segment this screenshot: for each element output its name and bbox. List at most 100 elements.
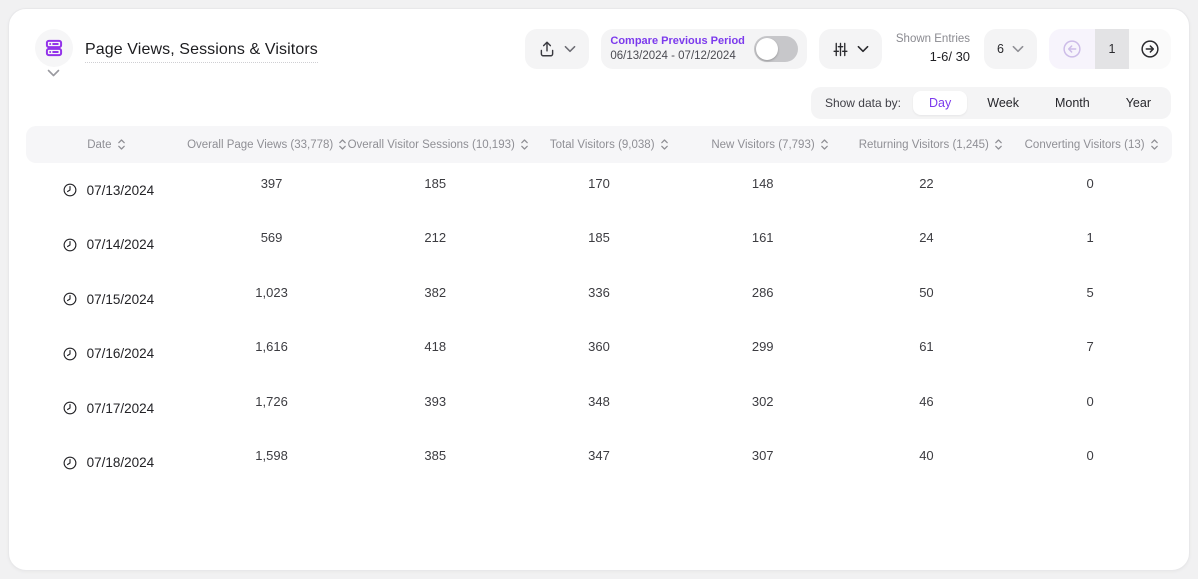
date-value: 07/14/2024 [87,237,155,252]
widget-menu-button[interactable] [35,29,73,77]
page-size-dropdown[interactable]: 6 [984,29,1037,69]
toolbar: Page Views, Sessions & Visitors Compare … [9,9,1189,77]
metric-cell: 24 [845,211,1009,266]
metric-cell: 286 [681,265,845,320]
next-page-button[interactable] [1129,29,1171,69]
date-value: 07/15/2024 [87,292,155,307]
column-header-6[interactable]: Converting Visitors (13) [1011,138,1172,151]
server-icon [44,38,64,58]
arrow-left-circle-icon [1061,38,1083,60]
compare-previous-period: Compare Previous Period 06/13/2024 - 07/… [601,29,807,69]
avatar [35,29,73,67]
analytics-card: Page Views, Sessions & Visitors Compare … [8,8,1190,571]
show-data-by-option-day[interactable]: Day [913,91,967,115]
show-data-by-option-week[interactable]: Week [971,91,1035,115]
previous-page-button[interactable] [1049,29,1095,69]
column-header-3[interactable]: Total Visitors (9,038) [529,138,690,151]
metric-cell: 40 [845,429,1009,484]
metric-cell: 307 [681,429,845,484]
sliders-icon [832,41,849,58]
metric-cell: 397 [190,156,354,211]
date-value: 07/13/2024 [87,183,155,198]
column-header-2[interactable]: Overall Visitor Sessions (10,193) [348,138,529,151]
export-button[interactable] [525,29,589,69]
metric-cell: 1 [1008,211,1172,266]
show-data-by-option-year[interactable]: Year [1110,91,1167,115]
metric-cell: 1,598 [190,429,354,484]
chevron-down-icon [47,69,60,77]
date-cell: 07/16/2024 [26,327,190,382]
metric-cell: 302 [681,374,845,429]
column-header-label: Overall Page Views (33,778) [187,139,333,151]
metric-cell: 1,023 [190,265,354,320]
sort-icon [820,138,829,151]
metric-cell: 61 [845,320,1009,375]
clock-icon [62,455,78,471]
metric-cell: 348 [517,374,681,429]
table-row: 07/13/2024397185170148220 [26,163,1172,218]
metric-cell: 393 [353,374,517,429]
show-data-by-row: Show data by: DayWeekMonthYear [9,77,1189,119]
date-cell: 07/13/2024 [26,163,190,218]
metric-cell: 5 [1008,265,1172,320]
metric-cell: 46 [845,374,1009,429]
filter-button[interactable] [819,29,882,69]
metric-cell: 7 [1008,320,1172,375]
compare-text: Compare Previous Period 06/13/2024 - 07/… [610,35,745,63]
metric-cell: 569 [190,211,354,266]
metric-cell: 1,616 [190,320,354,375]
sort-icon [338,138,347,151]
page-size-value: 6 [997,42,1004,56]
current-page[interactable]: 1 [1095,29,1129,69]
table-row: 07/17/20241,726393348302460 [26,381,1172,436]
compare-date-range: 06/13/2024 - 07/12/2024 [610,49,745,63]
clock-icon [62,291,78,307]
metric-cell: 148 [681,156,845,211]
date-value: 07/16/2024 [87,346,155,361]
metric-cell: 1,726 [190,374,354,429]
metric-cell: 347 [517,429,681,484]
column-header-label: New Visitors (7,793) [711,139,814,151]
title-group: Page Views, Sessions & Visitors [35,29,513,77]
column-header-label: Total Visitors (9,038) [550,139,655,151]
sort-icon [660,138,669,151]
metric-cell: 0 [1008,156,1172,211]
sort-icon [520,138,529,151]
column-header-0[interactable]: Date [26,138,187,151]
arrow-right-circle-icon [1139,38,1161,60]
column-header-4[interactable]: New Visitors (7,793) [690,138,851,151]
metric-cell: 212 [353,211,517,266]
chevron-down-icon [564,45,576,53]
metric-cell: 0 [1008,429,1172,484]
date-cell: 07/18/2024 [26,436,190,491]
table-row: 07/14/2024569212185161241 [26,218,1172,273]
toggle-knob [756,38,778,60]
metric-cell: 22 [845,156,1009,211]
toolbar-controls: Compare Previous Period 06/13/2024 - 07/… [525,29,1171,69]
chevron-down-icon [857,45,869,53]
show-data-by-option-month[interactable]: Month [1039,91,1106,115]
metric-cell: 161 [681,211,845,266]
column-header-1[interactable]: Overall Page Views (33,778) [187,138,348,151]
column-header-label: Converting Visitors (13) [1025,139,1145,151]
metric-cell: 0 [1008,374,1172,429]
metric-cell: 385 [353,429,517,484]
column-header-5[interactable]: Returning Visitors (1,245) [850,138,1011,151]
table-body: 07/13/202439718517014822007/14/202456921… [26,163,1172,490]
chevron-down-icon [1012,45,1024,53]
column-header-label: Date [87,139,111,151]
metric-cell: 299 [681,320,845,375]
compare-toggle[interactable] [754,36,798,62]
metric-cell: 418 [353,320,517,375]
column-header-label: Returning Visitors (1,245) [859,139,989,151]
show-data-by-label: Show data by: [825,96,901,110]
shown-entries: Shown Entries 1-6/ 30 [894,32,972,65]
sort-icon [1150,138,1159,151]
metric-cell: 170 [517,156,681,211]
date-value: 07/17/2024 [87,401,155,416]
data-table: Date Overall Page Views (33,778) Overall V… [9,119,1189,490]
sort-icon [117,138,126,151]
pagination: 1 [1049,29,1171,69]
page-title: Page Views, Sessions & Visitors [85,41,318,63]
metric-cell: 185 [353,156,517,211]
